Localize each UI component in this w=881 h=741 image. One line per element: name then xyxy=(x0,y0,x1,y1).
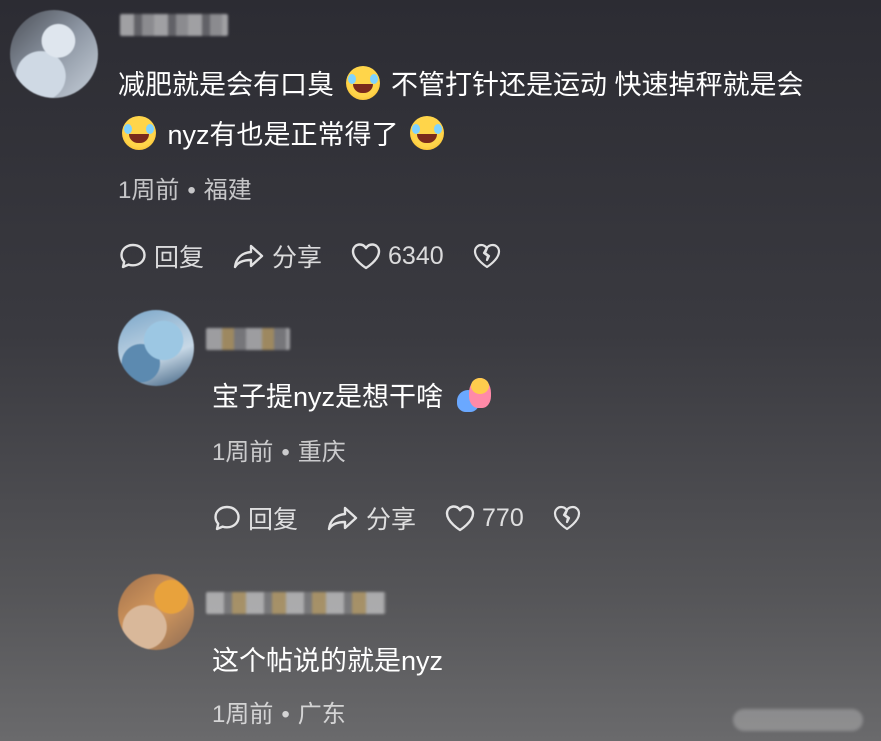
like-button[interactable]: 770 xyxy=(444,503,524,533)
separator-dot: • xyxy=(187,177,196,204)
rolling-laugh-emoji-icon xyxy=(410,116,445,150)
comment-meta: 1周前 • 广东 xyxy=(212,694,346,729)
watermark-blurred xyxy=(733,709,863,731)
username-blurred[interactable] xyxy=(206,328,290,350)
reply-button[interactable]: 回复 xyxy=(212,500,298,536)
dislike-button[interactable] xyxy=(472,241,508,271)
reply-text: 这个帖说的就是nyz xyxy=(212,646,444,676)
comment-location: 福建 xyxy=(203,177,252,204)
comment-meta: 1周前 • 福建 xyxy=(118,170,252,205)
broken-heart-icon xyxy=(553,505,580,531)
avatar[interactable] xyxy=(118,310,194,386)
avatar[interactable] xyxy=(118,574,194,650)
separator-dot: • xyxy=(281,701,290,728)
reply-label: 回复 xyxy=(248,506,299,534)
comment-meta: 1周前 • 重庆 xyxy=(212,432,346,467)
comment-actions: 回复 分享 770 xyxy=(212,500,588,536)
comment-text: 减肥就是会有口臭 不管打针还是运动 快速掉秤就是会 xyxy=(118,60,804,110)
like-count: 770 xyxy=(482,503,524,532)
share-button[interactable]: 分享 xyxy=(232,238,322,274)
share-button[interactable]: 分享 xyxy=(326,500,416,536)
reply-bubble-icon xyxy=(120,243,146,269)
separator-dot: • xyxy=(281,439,290,466)
comment-location: 广东 xyxy=(297,701,346,728)
rolling-laugh-emoji-icon xyxy=(345,66,380,100)
reply-button[interactable]: 回复 xyxy=(118,238,204,274)
broken-heart-icon xyxy=(473,243,500,269)
comment-location: 重庆 xyxy=(297,439,346,466)
heart-icon xyxy=(351,243,381,270)
share-arrow-icon xyxy=(327,506,358,531)
share-label: 分享 xyxy=(366,506,417,534)
dislike-button[interactable] xyxy=(552,503,588,533)
username-blurred[interactable] xyxy=(120,14,228,36)
hug-emoji-icon xyxy=(456,378,491,412)
comment-time: 1周前 xyxy=(212,439,274,466)
username-blurred[interactable] xyxy=(206,592,386,614)
reply-bubble-icon xyxy=(214,505,240,531)
heart-icon xyxy=(445,505,475,532)
avatar[interactable] xyxy=(10,10,98,98)
comment-actions: 回复 分享 6340 xyxy=(118,238,508,274)
like-count: 6340 xyxy=(388,241,444,270)
comment-text-line2: nyz有也是正常得了 xyxy=(118,110,448,160)
share-arrow-icon xyxy=(233,244,264,269)
share-label: 分享 xyxy=(272,244,323,272)
comment-time: 1周前 xyxy=(118,177,180,204)
like-button[interactable]: 6340 xyxy=(350,241,444,271)
reply-text: 宝子提nyz是想干啥 xyxy=(212,372,491,422)
comment-time: 1周前 xyxy=(212,701,274,728)
reply-label: 回复 xyxy=(154,244,205,272)
rolling-laugh-emoji-icon xyxy=(122,116,156,150)
